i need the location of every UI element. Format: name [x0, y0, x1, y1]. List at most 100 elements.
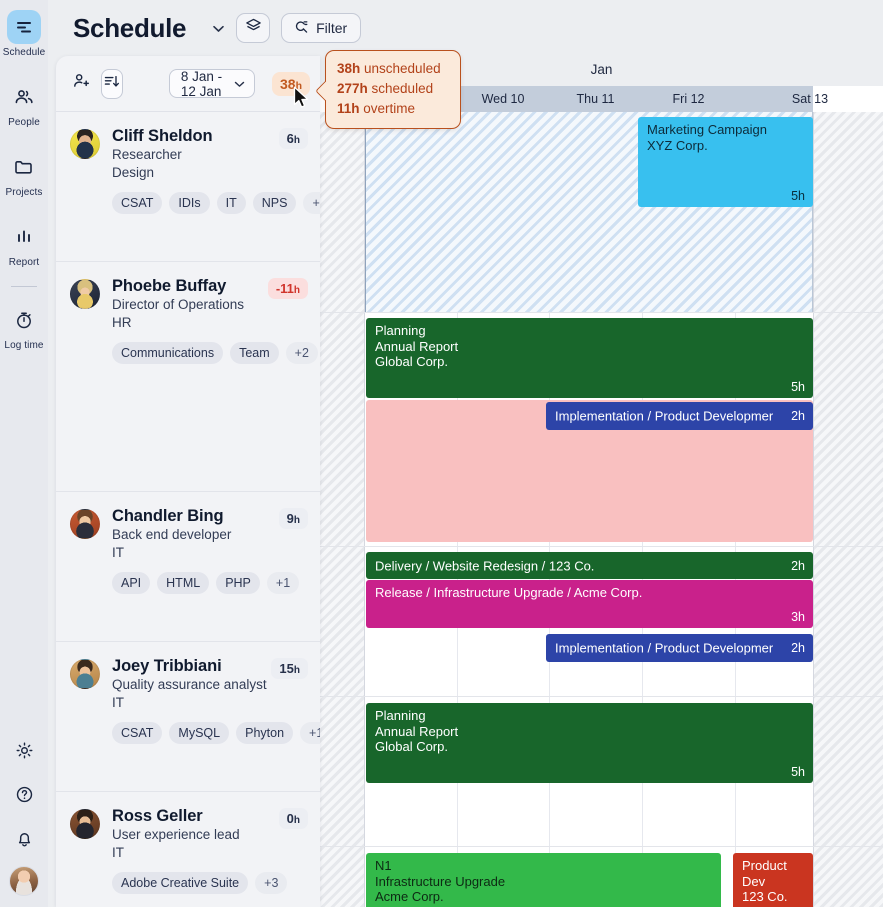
sidebar-item-report[interactable]: Report [0, 220, 48, 268]
person-department: IT [112, 695, 124, 710]
rail-divider [11, 286, 37, 287]
tooltip-unscheduled-label: unscheduled [360, 61, 441, 76]
person-row[interactable]: Chandler Bing Back end developer IT 9h A… [56, 492, 320, 642]
event-release-infrastructure-upgrade[interactable]: Release / Infrastructure Upgrade / Acme … [366, 580, 813, 628]
calendar-body: Paid Time Off Marketing Campaign XYZ Cor… [320, 112, 883, 907]
tag-more[interactable]: +1 [300, 722, 320, 744]
schedule-icon [7, 10, 41, 44]
sidebar-item-people[interactable]: People [0, 80, 48, 128]
total-hours-badge[interactable]: 38h [271, 71, 310, 96]
event-title: Delivery / Website Redesign / 123 Co. [375, 558, 595, 573]
event-product-dev-123[interactable]: Product Dev 123 Co. [733, 853, 813, 907]
sidebar-item-log-time[interactable]: Log time [0, 303, 48, 351]
bell-icon [14, 828, 35, 854]
event-title: Implementation / Product Developmer [555, 408, 774, 424]
event-hours: 3h [791, 610, 805, 624]
tag[interactable]: CSAT [112, 192, 163, 214]
event-implementation-product-developer-1[interactable]: Implementation / Product Developmer 2h [546, 402, 813, 430]
account-button[interactable] [4, 863, 44, 901]
bar-chart-icon [7, 220, 41, 254]
person-tags: CSAT MySQL Phyton +1 [112, 722, 320, 758]
person-hours-badge: 15h [271, 658, 308, 679]
tooltip-overtime-value: 11h [337, 101, 360, 116]
filter-button[interactable]: Filter [281, 13, 362, 43]
day-header-wed[interactable]: Wed 10 [457, 86, 549, 112]
tag-more[interactable]: +5 [303, 192, 320, 214]
chevron-down-icon[interactable] [195, 20, 225, 36]
event-title: Product Dev 123 Co. [742, 858, 788, 904]
sort-button[interactable] [101, 68, 123, 99]
sidebar-item-label: Schedule [2, 47, 46, 58]
event-hours: 2h [791, 641, 805, 655]
tag[interactable]: IDIs [169, 192, 210, 214]
date-range-selector[interactable]: 8 Jan - 12 Jan [168, 69, 255, 99]
tag-more[interactable]: +1 [266, 572, 300, 594]
layers-icon [244, 16, 263, 40]
sidebar-item-label: Log time [4, 340, 44, 351]
person-row[interactable]: Ross Geller User experience lead IT 0h A… [56, 792, 320, 907]
sidebar-item-label: Projects [5, 187, 43, 198]
event-planning-annual-report-2[interactable]: Planning Annual Report Global Corp. 5h [366, 703, 813, 783]
settings-button[interactable] [4, 731, 44, 775]
person-row[interactable]: Phoebe Buffay Director of Operations HR … [56, 262, 320, 492]
tag[interactable]: Communications [112, 342, 224, 364]
event-marketing-campaign[interactable]: Marketing Campaign XYZ Corp. 5h [638, 117, 813, 207]
tooltip-scheduled-value: 277h [337, 81, 368, 96]
tag[interactable]: API [112, 572, 151, 594]
notifications-button[interactable] [4, 819, 44, 863]
people-panel: 8 Jan - 12 Jan 38h Cliff Sheldon Researc… [56, 56, 320, 907]
tag[interactable]: Phyton [236, 722, 294, 744]
event-title: Release / Infrastructure Upgrade / Acme … [375, 585, 643, 600]
person-hours-badge: 6h [278, 128, 308, 149]
person-tags: Communications Team +2 [112, 342, 320, 378]
tag[interactable]: MySQL [169, 722, 230, 744]
tooltip-line-unscheduled: 38h unscheduled [337, 59, 450, 79]
person-row[interactable]: Joey Tribbiani Quality assurance analyst… [56, 642, 320, 792]
layers-button[interactable] [236, 13, 271, 43]
tag[interactable]: CSAT [112, 722, 163, 744]
sidebar-item-projects[interactable]: Projects [0, 150, 48, 198]
event-delivery-website-redesign[interactable]: Delivery / Website Redesign / 123 Co. 2h [366, 552, 813, 579]
people-toolbar: 8 Jan - 12 Jan 38h [56, 56, 320, 112]
tag[interactable]: NPS [252, 192, 297, 214]
day-header-thu[interactable]: Thu 11 [549, 86, 642, 112]
tag[interactable]: HTML [157, 572, 210, 594]
person-hours-badge: 9h [278, 508, 308, 529]
tag[interactable]: PHP [216, 572, 260, 594]
person-tags: Adobe Creative Suite +3 [112, 872, 320, 907]
rail-bottom-actions [0, 731, 48, 907]
tag-more[interactable]: +2 [285, 342, 318, 364]
person-hours-value: 9 [286, 511, 294, 526]
person-hours-value: 0 [286, 811, 294, 826]
event-title: Implementation / Product Developmer [555, 640, 774, 656]
tooltip-unscheduled-value: 38h [337, 61, 361, 76]
tooltip-line-scheduled: 277h scheduled [337, 79, 450, 99]
tag[interactable]: Adobe Creative Suite [112, 872, 249, 894]
event-title: Marketing Campaign XYZ Corp. [647, 122, 767, 153]
hours-tooltip: 38h unscheduled 277h scheduled 11h overt… [325, 50, 461, 129]
tag[interactable]: IT [216, 192, 246, 214]
day-header-fri[interactable]: Fri 12 [642, 86, 735, 112]
add-person-button[interactable] [70, 69, 91, 99]
event-implementation-product-developer-2[interactable]: Implementation / Product Developmer 2h [546, 634, 813, 662]
day-header-sat[interactable]: Sat 13 [770, 86, 850, 112]
avatar [70, 509, 100, 539]
event-title: Planning Annual Report Global Corp. [375, 323, 459, 369]
event-hours: 5h [791, 189, 805, 203]
event-hours: 2h [791, 409, 805, 423]
person-department: Design [112, 165, 155, 180]
person-hours-badge: -11h [267, 278, 308, 299]
person-row[interactable]: Cliff Sheldon Researcher Design 6h CSAT … [56, 112, 320, 262]
gear-icon [14, 740, 35, 766]
help-button[interactable] [4, 775, 44, 819]
tag[interactable]: Team [230, 342, 279, 364]
sidebar-item-label: People [8, 117, 40, 128]
people-icon [7, 80, 41, 114]
chevron-down-icon [234, 76, 245, 91]
sidebar-item-schedule[interactable]: Schedule [0, 10, 48, 58]
event-infrastructure-upgrade-acme[interactable]: N1 Infrastructure Upgrade Acme Corp. [366, 853, 721, 907]
event-planning-annual-report-1[interactable]: Planning Annual Report Global Corp. 5h [366, 318, 813, 398]
event-title: N1 Infrastructure Upgrade Acme Corp. [375, 858, 506, 904]
tag-more[interactable]: +3 [255, 872, 288, 894]
filter-button-label: Filter [316, 20, 348, 36]
